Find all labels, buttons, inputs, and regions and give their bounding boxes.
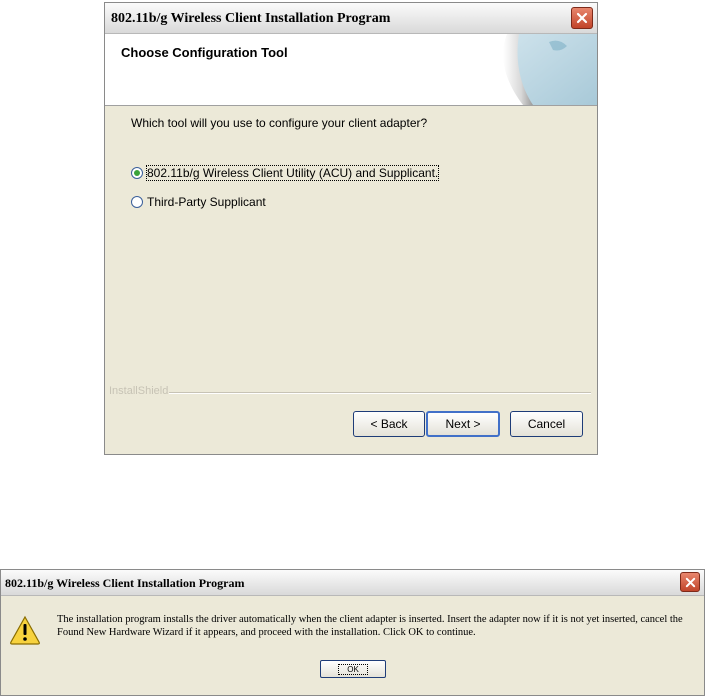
radio-acu[interactable]	[131, 167, 143, 179]
option-third-party-label[interactable]: Third-Party Supplicant	[147, 195, 266, 209]
next-button[interactable]: Next >	[426, 411, 500, 437]
message-title: 802.11b/g Wireless Client Installation P…	[5, 576, 245, 590]
ok-button-label: OK	[338, 663, 368, 675]
message-text: The installation program installs the dr…	[57, 614, 683, 638]
message-dialog: 802.11b/g Wireless Client Installation P…	[0, 569, 705, 696]
close-icon	[576, 12, 588, 24]
message-titlebar[interactable]: 802.11b/g Wireless Client Installation P…	[1, 570, 704, 596]
page-title: Choose Configuration Tool	[121, 45, 288, 60]
installshield-brand: InstallShield	[109, 385, 169, 397]
installer-title: 802.11b/g Wireless Client Installation P…	[111, 11, 391, 26]
installer-dialog: 802.11b/g Wireless Client Installation P…	[104, 2, 598, 455]
page-curl-graphic-icon	[489, 34, 597, 105]
option-acu-label[interactable]: 802.11b/g Wireless Client Utility (ACU) …	[145, 165, 440, 181]
cancel-button[interactable]: Cancel	[510, 411, 583, 437]
message-close-button[interactable]	[680, 572, 700, 592]
option-third-party[interactable]: Third-Party Supplicant	[131, 195, 266, 209]
option-acu[interactable]: 802.11b/g Wireless Client Utility (ACU) …	[131, 165, 440, 181]
installer-close-button[interactable]	[571, 7, 593, 29]
warning-icon	[10, 615, 40, 645]
installer-titlebar[interactable]: 802.11b/g Wireless Client Installation P…	[105, 3, 597, 34]
back-button[interactable]: < Back	[353, 411, 425, 437]
ok-button[interactable]: OK	[320, 660, 386, 678]
radio-third-party[interactable]	[131, 196, 143, 208]
configuration-question: Which tool will you use to configure you…	[131, 116, 428, 130]
header-panel: Choose Configuration Tool	[105, 34, 597, 106]
divider	[169, 392, 591, 394]
close-icon	[685, 577, 695, 587]
